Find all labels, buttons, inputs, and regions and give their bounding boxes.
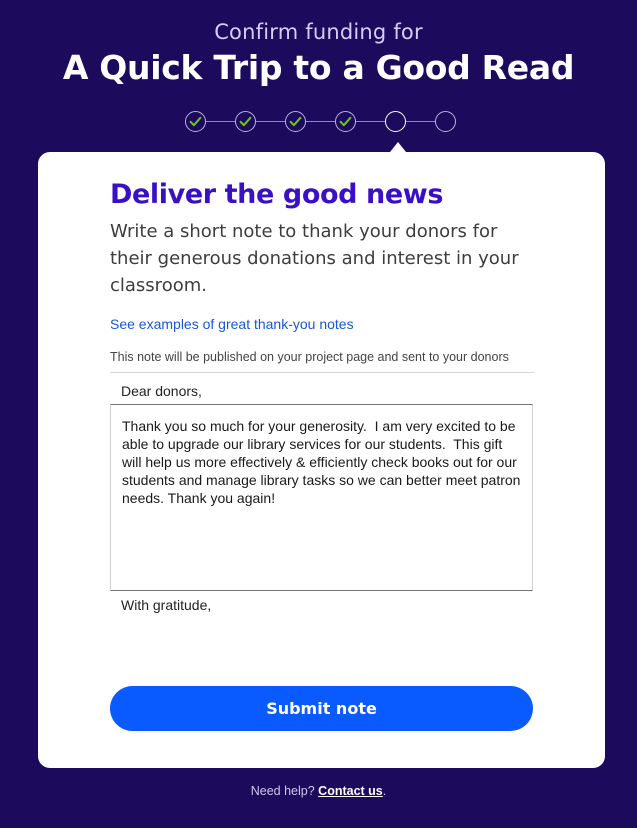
card-description: Write a short note to thank your donors … [110, 221, 519, 296]
progress-step-2 [235, 111, 256, 132]
header-subtitle: Confirm funding for [214, 20, 423, 44]
thank-you-note-card: Deliver the good news Write a short note… [38, 152, 605, 768]
examples-link[interactable]: See examples of great thank-you notes [110, 316, 354, 332]
note-body-textarea[interactable]: Thank you so much for your generosity. I… [110, 404, 533, 591]
check-icon [239, 116, 252, 127]
footer-help: Need help? Contact us. [0, 784, 637, 798]
footer-period: . [382, 784, 387, 798]
check-icon [339, 116, 352, 127]
note-closing: With gratitude, [121, 597, 212, 613]
contact-us-link[interactable]: Contact us [318, 784, 383, 798]
current-step-pointer [390, 142, 406, 152]
progress-connector [406, 121, 435, 122]
progress-step-5 [385, 111, 406, 132]
progress-step-6 [435, 111, 456, 132]
progress-stepper [185, 110, 459, 134]
submit-note-button[interactable]: Submit note [110, 686, 533, 731]
progress-step-4 [335, 111, 356, 132]
progress-connector [256, 121, 285, 122]
check-icon [289, 116, 302, 127]
footer-help-text: Need help? [250, 784, 319, 798]
progress-connector [206, 121, 235, 122]
progress-step-3 [285, 111, 306, 132]
progress-connector [356, 121, 385, 122]
check-icon [189, 116, 202, 127]
progress-step-1 [185, 111, 206, 132]
note-salutation: Dear donors, [121, 383, 202, 399]
progress-connector [306, 121, 335, 122]
publish-notice: This note will be published on your proj… [110, 350, 509, 364]
card-title: Deliver the good news [110, 179, 444, 210]
note-divider [110, 372, 534, 373]
project-title: A Quick Trip to a Good Read [62, 48, 575, 87]
